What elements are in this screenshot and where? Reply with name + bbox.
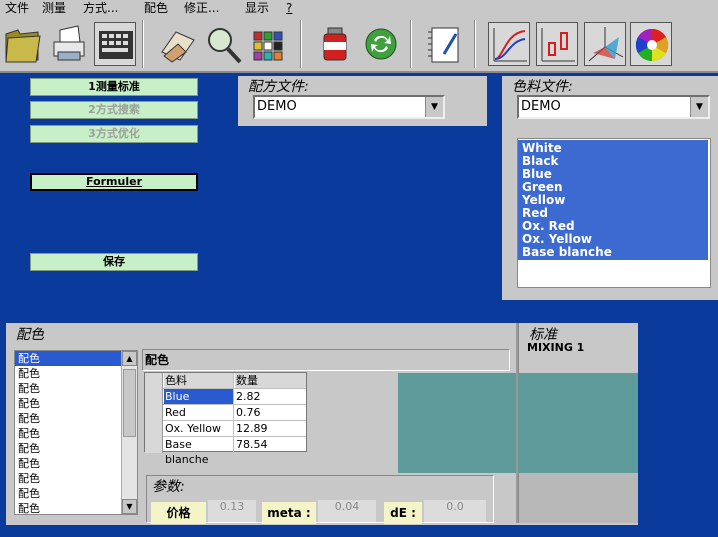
magnifier-icon[interactable]	[202, 22, 244, 66]
printer-icon[interactable]	[48, 22, 90, 66]
refresh-icon[interactable]	[360, 22, 402, 66]
list-item[interactable]: 配色	[15, 456, 137, 471]
toolbar-separator	[474, 20, 476, 68]
paint-can-icon[interactable]	[314, 22, 356, 66]
quantity-cell[interactable]: 0.76	[235, 405, 306, 420]
formula-file-select[interactable]: DEMO ▼	[253, 95, 445, 119]
curve-chart-icon[interactable]	[488, 22, 530, 66]
keyboard-icon[interactable]	[94, 22, 136, 66]
list-item[interactable]: 配色	[15, 441, 137, 456]
scroll-up-icon[interactable]: ▲	[122, 351, 137, 366]
menu-method[interactable]: 方式...	[83, 0, 118, 16]
toolbar	[0, 16, 718, 73]
table-row[interactable]: Blue 2.82	[145, 389, 306, 405]
table-header: 色料 数量	[145, 373, 306, 389]
measure-standard-button[interactable]: 1测量标准	[30, 78, 198, 96]
toolbar-separator	[142, 20, 144, 68]
formula-file-title: 配方文件:	[248, 79, 309, 95]
menu-correction[interactable]: 修正...	[184, 0, 219, 16]
scroll-thumb[interactable]	[123, 369, 136, 437]
list-item[interactable]: 配色	[15, 366, 137, 381]
color-wheel-icon[interactable]	[630, 22, 672, 66]
menu-display[interactable]: 显示	[245, 0, 269, 16]
menu-file[interactable]: 文件	[5, 0, 29, 16]
quantity-cell[interactable]: 78.54	[235, 437, 306, 452]
standard-panel: 标准 MIXING 1	[518, 323, 638, 373]
price-label: 价格	[151, 502, 206, 524]
colorant-item[interactable]: Base blanche	[522, 246, 704, 259]
list-item[interactable]: 配色	[15, 426, 137, 441]
formula-file-value: DEMO	[257, 99, 297, 114]
method-optimize-button[interactable]: 3方式优化	[30, 125, 198, 143]
colorant-file-select[interactable]: DEMO ▼	[517, 95, 710, 119]
menu-match[interactable]: 配色	[144, 0, 168, 16]
meta-value: 0.04	[318, 500, 376, 522]
recipe-table: 色料 数量 Blue 2.82 Red 0.76 Ox. Yellow 12.8…	[144, 372, 307, 466]
colorant-cell[interactable]: Ox. Yellow	[164, 421, 234, 436]
list-item[interactable]: 配色	[15, 351, 137, 366]
menu-help[interactable]: ?	[286, 0, 292, 16]
params-title: 参数:	[152, 479, 185, 495]
panel-divider	[516, 323, 518, 523]
chevron-down-icon[interactable]: ▼	[425, 97, 443, 117]
match-title: 配色	[16, 327, 44, 343]
standard-lower-area	[518, 473, 638, 523]
menu-measure[interactable]: 测量	[42, 0, 66, 16]
save-button[interactable]: 保存	[30, 253, 198, 271]
chevron-down-icon[interactable]: ▼	[690, 97, 708, 117]
price-value: 0.13	[208, 500, 256, 522]
quantity-cell[interactable]: 12.89	[235, 421, 306, 436]
list-item[interactable]: 配色	[15, 471, 137, 486]
box-plot-icon[interactable]	[536, 22, 578, 66]
match-subtitle: 配色	[142, 349, 510, 371]
match-list[interactable]: 配色 配色 配色 配色 配色 配色 配色 配色 配色 配色 配色 ▲ ▼	[14, 350, 138, 515]
colorant-item[interactable]: Yellow	[522, 194, 704, 207]
list-item[interactable]: 配色	[15, 411, 137, 426]
formula-file-panel: 配方文件: DEMO ▼	[238, 76, 487, 126]
list-item[interactable]: 配色	[15, 381, 137, 396]
table-row[interactable]: Ox. Yellow 12.89	[145, 421, 306, 437]
toolbar-separator	[300, 20, 302, 68]
notebook-icon[interactable]	[424, 22, 466, 66]
standard-name: MIXING 1	[527, 341, 585, 354]
column-header-colorant: 色料	[164, 373, 234, 388]
menu-bar: 文件 测量 方式... 配色 修正... 显示 ?	[0, 0, 718, 16]
toolbar-separator	[410, 20, 412, 68]
colorant-list[interactable]: White Black Blue Green Yellow Red Ox. Re…	[518, 140, 708, 260]
hand-paper-icon[interactable]	[156, 22, 198, 66]
table-row[interactable]: Red 0.76	[145, 405, 306, 421]
meta-label: meta :	[262, 502, 316, 524]
scroll-down-icon[interactable]: ▼	[122, 499, 137, 514]
formuler-button[interactable]: Formuler	[30, 173, 198, 191]
quantity-cell[interactable]: 2.82	[235, 389, 306, 404]
match-color-swatch	[398, 373, 638, 473]
color-grid-icon[interactable]	[248, 22, 290, 66]
colorant-file-title: 色料文件:	[512, 79, 573, 95]
3d-axes-icon[interactable]	[584, 22, 626, 66]
folder-icon[interactable]	[2, 22, 44, 66]
column-header-quantity: 数量	[235, 373, 306, 388]
match-list-scrollbar[interactable]: ▲ ▼	[121, 351, 137, 514]
method-search-button[interactable]: 2方式搜索	[30, 101, 198, 119]
list-item[interactable]: 配色	[15, 396, 137, 411]
colorant-cell[interactable]: Blue	[164, 389, 234, 404]
list-item[interactable]: 配色	[15, 501, 137, 514]
list-item[interactable]: 配色	[15, 486, 137, 501]
de-label: dE :	[384, 502, 422, 524]
colorant-cell[interactable]: Base blanche	[164, 437, 234, 466]
de-value: 0.0	[424, 500, 486, 522]
colorant-cell[interactable]: Red	[164, 405, 234, 420]
table-row[interactable]: Base blanche 78.54	[145, 437, 306, 466]
colorant-file-value: DEMO	[521, 99, 561, 114]
